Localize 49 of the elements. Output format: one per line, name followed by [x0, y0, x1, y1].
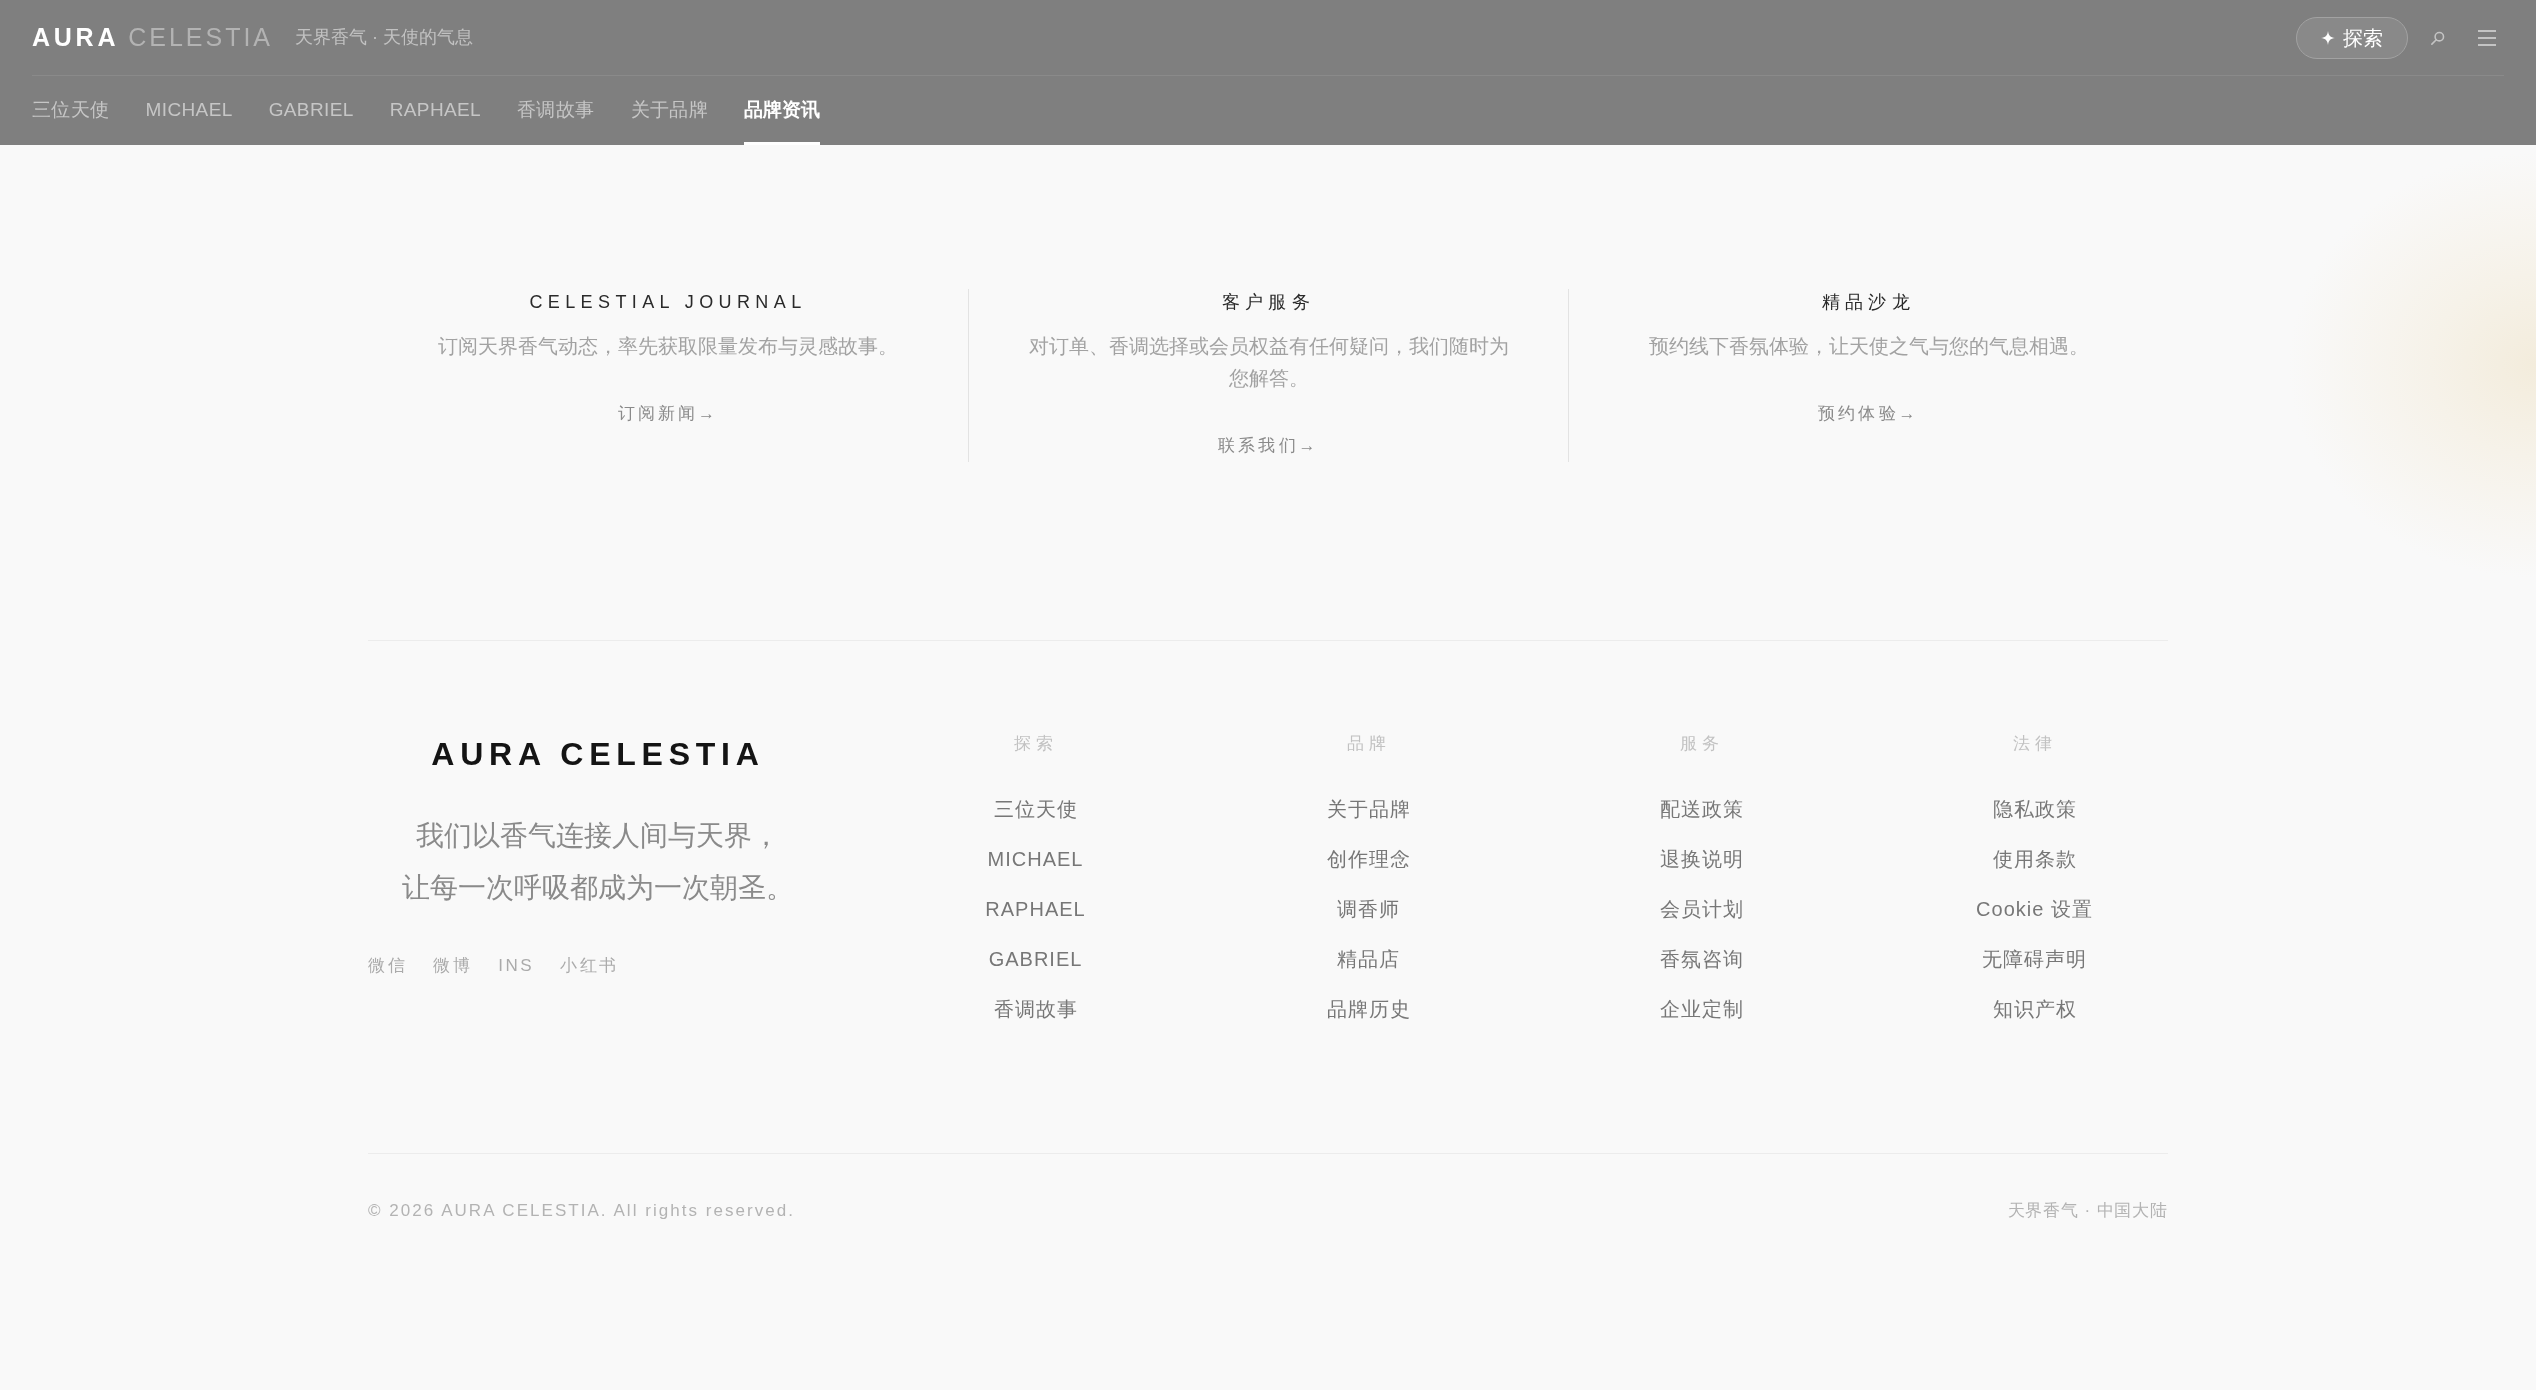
nav-tab[interactable]: RAPHAEL — [389, 76, 482, 145]
footer-link[interactable]: Cookie 设置 — [1976, 884, 2093, 934]
footer-link[interactable]: 精品店 — [1337, 934, 1400, 984]
footer-link[interactable]: 企业定制 — [1659, 984, 1744, 1034]
social-link[interactable]: 小红书 — [560, 954, 619, 978]
social-link[interactable]: 微博 — [433, 954, 473, 978]
nav-tab[interactable]: 关于品牌 — [630, 76, 709, 145]
footer-link[interactable]: MICHAEL — [987, 834, 1084, 884]
footer-link[interactable]: 创作理念 — [1326, 834, 1411, 884]
header-tagline: 天界香气 · 天使的气息 — [295, 26, 474, 49]
explore-button[interactable]: 探索 — [2296, 16, 2408, 59]
footer-link[interactable]: 隐私政策 — [1992, 784, 2077, 834]
card-link[interactable]: 预约体验→ — [1818, 402, 1919, 426]
footer-link[interactable]: 香氛咨询 — [1659, 934, 1744, 984]
footer-link[interactable]: RAPHAEL — [985, 884, 1086, 934]
card-description: 对订单、香调选择或会员权益有任何疑问，我们随时为您解答。 — [1027, 334, 1510, 391]
footer-link[interactable]: 使用条款 — [1992, 834, 2077, 884]
card-title: 客户服务 — [1221, 291, 1316, 314]
footer-link[interactable]: 关于品牌 — [1326, 784, 1411, 834]
footer-brand: AURA CELESTIA — [431, 735, 765, 774]
region-text: 天界香气 · 中国大陆 — [2007, 1200, 2168, 1222]
search-icon[interactable] — [2431, 30, 2445, 45]
card-link[interactable]: 联系我们→ — [1218, 434, 1319, 458]
card-title: 精品沙龙 — [1821, 291, 1916, 314]
nav-tab[interactable]: GABRIEL — [268, 76, 354, 145]
brand-tagline: 我们以香气连接人间与天界， 让每一次呼吸都成为一次朝圣。 — [402, 819, 794, 905]
card-description: 订阅天界香气动态，率先获取限量发布与灵感故事。 — [438, 334, 898, 359]
footer-link[interactable]: 退换说明 — [1659, 834, 1744, 884]
footer-link[interactable]: 配送政策 — [1659, 784, 1744, 834]
footer-link[interactable]: 香调故事 — [993, 984, 1078, 1034]
footer-link[interactable]: 三位天使 — [993, 784, 1078, 834]
footer-link[interactable]: 知识产权 — [1992, 984, 2077, 1034]
nav-tab[interactable]: 三位天使 — [32, 76, 110, 145]
menu-icon[interactable] — [2478, 29, 2496, 46]
footer-link[interactable]: GABRIEL — [988, 934, 1083, 984]
sparkle-icon — [2321, 30, 2335, 45]
nav-tab[interactable]: 香调故事 — [517, 76, 595, 145]
footer-link[interactable]: 品牌历史 — [1326, 984, 1411, 1034]
nav-tab[interactable]: 品牌资讯 — [744, 76, 821, 145]
footer-link[interactable]: 调香师 — [1337, 884, 1400, 934]
card-description: 预约线下香氛体验，让天使之气与您的气息相遇。 — [1648, 334, 2089, 359]
social-link[interactable]: INS — [498, 954, 535, 978]
social-link[interactable]: 微信 — [368, 954, 408, 978]
nav-tab[interactable]: MICHAEL — [145, 76, 233, 145]
card-link[interactable]: 订阅新闻→ — [617, 402, 719, 426]
copyright-text: © 2026 AURA CELESTIA. All rights reserved. — [368, 1200, 796, 1222]
card-title: CELESTIAL JOURNAL — [529, 291, 807, 314]
footer-link[interactable]: 无障碍声明 — [1982, 934, 2087, 984]
footer-link[interactable]: 会员计划 — [1659, 884, 1744, 934]
